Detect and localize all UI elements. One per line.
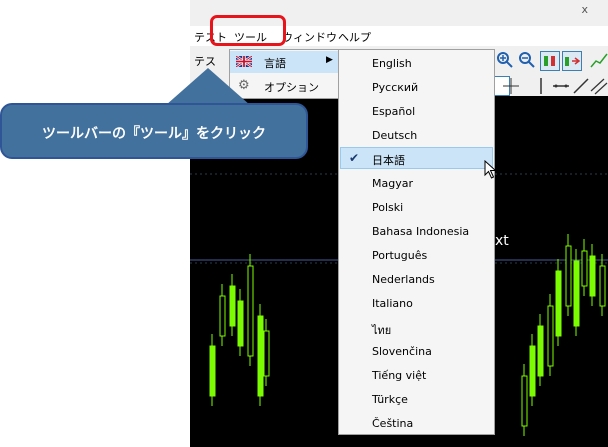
candle-body <box>581 250 588 287</box>
language-item-label: 日本語 <box>372 154 405 167</box>
language-item[interactable]: Polski <box>340 196 493 218</box>
candle-body <box>229 285 236 327</box>
chart-overlay-text: xt <box>495 233 509 249</box>
mouse-pointer-icon <box>484 160 497 179</box>
toolbar-test-label: テス <box>194 55 216 68</box>
zoom-in-icon[interactable] <box>496 51 514 69</box>
options-menu-label: オプション <box>264 81 319 94</box>
language-item[interactable]: Slovenčina <box>340 340 493 362</box>
crosshair-icon[interactable] <box>502 77 520 95</box>
channel-icon[interactable] <box>590 77 608 95</box>
candle-body <box>573 260 580 327</box>
language-item-label: Magyar <box>372 177 413 190</box>
language-item-label: Türkçe <box>372 393 408 406</box>
checkmark-icon: ✔ <box>349 151 360 165</box>
zoom-out-icon[interactable] <box>518 51 536 69</box>
language-item-label: Čeština <box>372 417 414 430</box>
candle-body <box>555 270 562 337</box>
candle-body <box>565 245 572 307</box>
candle-body <box>237 300 244 347</box>
language-menu-label: 言語 <box>264 57 286 70</box>
language-item[interactable]: Español <box>340 100 493 122</box>
candle-body <box>599 265 606 307</box>
callout-pointer <box>166 68 250 105</box>
language-item[interactable]: Tiếng việt <box>340 364 493 386</box>
language-item[interactable]: Nederlands <box>340 268 493 290</box>
language-item-label: Español <box>372 105 416 118</box>
language-item-label: ไทย <box>372 324 392 337</box>
trendline-icon[interactable] <box>572 77 590 95</box>
language-submenu: English Русский Español Deutsch ✔ 日本語 Ma… <box>338 49 495 435</box>
candle-body <box>589 255 596 297</box>
candle-body <box>521 375 528 427</box>
tools-menu-highlight <box>210 15 286 46</box>
uk-flag-icon <box>236 56 252 67</box>
line-chart-icon[interactable] <box>590 51 608 69</box>
language-item-label: Deutsch <box>372 129 418 142</box>
language-item-selected[interactable]: ✔ 日本語 <box>340 147 493 169</box>
candle-body <box>209 345 216 397</box>
language-item[interactable]: Italiano <box>340 292 493 314</box>
candle-body <box>247 265 254 357</box>
candle-body <box>529 345 536 397</box>
candle-body <box>257 315 264 397</box>
language-item-label: Русский <box>372 81 419 94</box>
language-item[interactable]: Bahasa Indonesia <box>340 220 493 242</box>
language-item[interactable]: Čeština <box>340 412 493 434</box>
language-item[interactable]: Deutsch <box>340 124 493 146</box>
autoscroll-icon[interactable] <box>562 51 582 71</box>
language-item[interactable]: Magyar <box>340 172 493 194</box>
callout-text: ツールバーの『ツール』をクリック <box>42 126 266 142</box>
menu-help[interactable]: ヘルプ <box>338 29 371 45</box>
submenu-arrow-icon: ▶ <box>326 55 333 65</box>
close-icon[interactable]: x <box>581 3 588 16</box>
candle-body <box>219 295 226 337</box>
language-item[interactable]: Русский <box>340 76 493 98</box>
language-item-label: Nederlands <box>372 273 435 286</box>
language-item[interactable]: Português <box>340 244 493 266</box>
candle-body <box>263 330 270 377</box>
vertical-line-icon[interactable] <box>532 77 550 95</box>
language-item-label: Português <box>372 249 428 262</box>
candle-body <box>537 325 544 377</box>
language-item-label: Bahasa Indonesia <box>372 225 470 238</box>
language-item-label: Italiano <box>372 297 413 310</box>
horizontal-line-icon[interactable] <box>552 77 570 95</box>
language-item-label: Polski <box>372 201 404 214</box>
language-item-label: Slovenčina <box>372 345 432 358</box>
language-item[interactable]: English <box>340 52 493 74</box>
tile-windows-icon[interactable] <box>540 51 560 71</box>
menu-window[interactable]: ウィンドウ <box>282 29 337 45</box>
language-item[interactable]: Türkçe <box>340 388 493 410</box>
candle-body <box>547 305 554 367</box>
language-item[interactable]: ไทย <box>340 316 493 338</box>
instruction-callout: ツールバーの『ツール』をクリック <box>0 103 308 159</box>
language-item-label: Tiếng việt <box>372 369 427 382</box>
language-item-label: English <box>372 57 412 70</box>
